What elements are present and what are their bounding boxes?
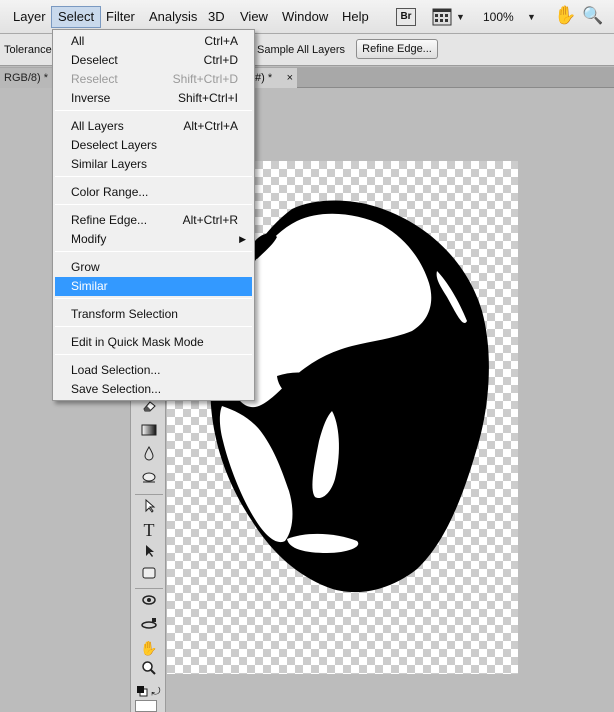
menu-item-label: All — [71, 34, 85, 48]
menu-item-shortcut: Ctrl+D — [203, 53, 238, 67]
tool-separator — [135, 588, 163, 589]
close-icon[interactable]: × — [287, 68, 293, 88]
hand-tool-icon[interactable]: ✋ — [554, 5, 576, 26]
menu-item-shortcut: Alt+Ctrl+R — [182, 213, 238, 227]
zoom-tool-icon[interactable]: 🔍 — [582, 6, 603, 26]
chevron-down-icon[interactable]: ▼ — [456, 12, 465, 22]
menu-item-similar[interactable]: Similar — [55, 277, 252, 296]
zoom-level[interactable]: 100% — [483, 10, 514, 24]
menu-item-label: Save Selection... — [71, 382, 162, 396]
menu-item-label: Inverse — [71, 91, 111, 105]
document-tab-label: #) * — [255, 72, 273, 84]
menu-item-similar-layers[interactable]: Similar Layers — [55, 155, 252, 174]
menu-item-inverse[interactable]: Inverse Shift+Ctrl+I — [55, 89, 252, 108]
document-tab-active[interactable]: #) * × — [253, 68, 297, 88]
menu-item-all-layers[interactable]: All Layers Alt+Ctrl+A — [55, 117, 252, 136]
menu-item-save-selection[interactable]: Save Selection... — [55, 380, 252, 399]
document-tab[interactable]: RGB/8) * — [0, 68, 53, 88]
zoom-chevron-down-icon[interactable]: ▼ — [527, 12, 536, 22]
menu-item-label: Color Range... — [71, 185, 149, 199]
menu-item-load-selection[interactable]: Load Selection... — [55, 361, 252, 380]
menu-item-all[interactable]: All Ctrl+A — [55, 32, 252, 51]
menu-item-color-range[interactable]: Color Range... — [55, 183, 252, 202]
zoom-tool-icon[interactable] — [138, 660, 160, 680]
menu-item-shortcut: Shift+Ctrl+I — [177, 91, 238, 105]
menu-item-deselect-layers[interactable]: Deselect Layers — [55, 136, 252, 155]
shape-tool-icon[interactable] — [138, 565, 160, 585]
menu-separator — [55, 176, 252, 177]
select-menu-dropdown: All Ctrl+A Deselect Ctrl+D Reselect Shif… — [52, 29, 255, 401]
default-colors-icon[interactable] — [135, 682, 149, 702]
menu-item-label: Refine Edge... — [71, 213, 148, 227]
gradient-tool-icon[interactable] — [138, 422, 160, 442]
3d-orbit-tool-icon[interactable] — [138, 616, 160, 636]
sample-all-layers-label: Sample All Layers — [257, 44, 346, 56]
menu-filter[interactable]: Filter — [100, 6, 141, 28]
menu-item-grow[interactable]: Grow — [55, 258, 252, 277]
menu-item-deselect[interactable]: Deselect Ctrl+D — [55, 51, 252, 70]
menu-item-label: Load Selection... — [71, 363, 161, 377]
eraser-tool-icon[interactable] — [138, 398, 160, 418]
menu-separator — [55, 251, 252, 252]
type-tool-icon[interactable]: T — [138, 520, 160, 540]
menu-item-label: Similar — [71, 279, 108, 293]
menu-item-label: Reselect — [71, 72, 118, 86]
submenu-arrow-icon: ▶ — [239, 234, 246, 244]
menu-3d[interactable]: 3D — [202, 6, 231, 28]
3d-rotate-tool-icon[interactable] — [138, 592, 160, 612]
swap-colors-icon[interactable]: ⤾ — [149, 682, 163, 702]
menu-separator — [55, 110, 252, 111]
menu-item-refine-edge[interactable]: Refine Edge... Alt+Ctrl+R — [55, 211, 252, 230]
menu-select[interactable]: Select — [51, 6, 102, 28]
menu-item-reselect: Reselect Shift+Ctrl+D — [55, 70, 252, 89]
arrange-documents-icon[interactable] — [432, 8, 452, 26]
menu-item-label: Similar Layers — [71, 157, 148, 171]
menu-separator — [55, 204, 252, 205]
menu-item-modify[interactable]: Modify ▶ — [55, 230, 252, 249]
menu-view[interactable]: View — [234, 6, 274, 28]
menu-separator — [55, 298, 252, 299]
menu-separator — [55, 326, 252, 327]
path-selection-tool-icon[interactable] — [138, 498, 160, 518]
menu-item-label: Edit in Quick Mask Mode — [71, 335, 204, 349]
tool-separator — [135, 494, 163, 495]
menu-analysis[interactable]: Analysis — [143, 6, 203, 28]
menu-item-label: Grow — [71, 260, 100, 274]
direct-selection-tool-icon[interactable] — [138, 543, 160, 563]
menu-item-label: Deselect Layers — [71, 138, 158, 152]
menu-item-shortcut: Alt+Ctrl+A — [183, 119, 238, 133]
menu-item-shortcut: Shift+Ctrl+D — [172, 72, 238, 86]
background-color-swatch[interactable] — [135, 700, 157, 712]
menu-separator — [55, 354, 252, 355]
menu-item-label: All Layers — [71, 119, 124, 133]
tolerance-label: Tolerance: — [4, 44, 55, 56]
menu-layer[interactable]: Layer — [7, 6, 52, 28]
dodge-tool-icon[interactable] — [138, 470, 160, 490]
menu-item-shortcut: Ctrl+A — [204, 34, 238, 48]
refine-edge-button[interactable]: Refine Edge... — [356, 39, 438, 59]
menu-item-label: Modify — [71, 232, 107, 246]
hand-tool-icon[interactable]: ✋ — [138, 638, 160, 658]
menu-item-label: Transform Selection — [71, 307, 178, 321]
bridge-button[interactable]: Br — [396, 8, 416, 26]
menu-item-quick-mask[interactable]: Edit in Quick Mask Mode — [55, 333, 252, 352]
menu-item-label: Deselect — [71, 53, 118, 67]
blur-tool-icon[interactable] — [138, 446, 160, 466]
menu-window[interactable]: Window — [276, 6, 334, 28]
menu-item-transform-selection[interactable]: Transform Selection — [55, 305, 252, 324]
menu-help[interactable]: Help — [336, 6, 375, 28]
